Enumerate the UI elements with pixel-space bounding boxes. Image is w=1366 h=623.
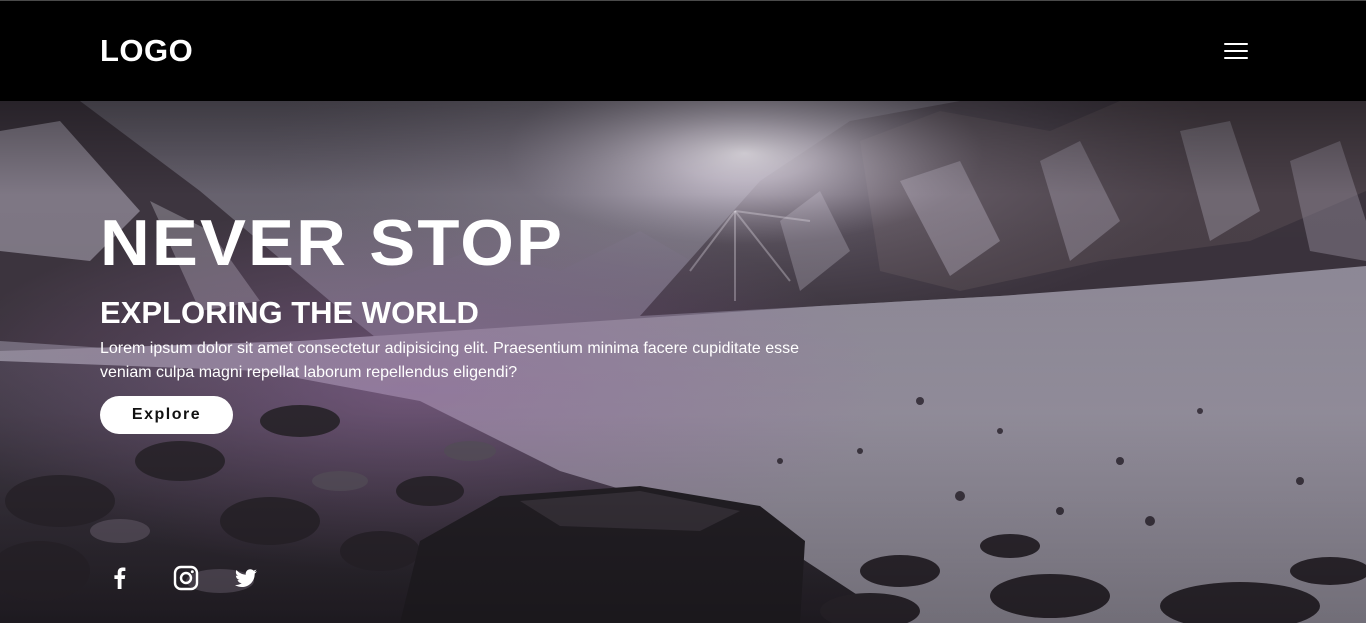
facebook-icon[interactable]: [106, 564, 134, 592]
explore-button[interactable]: Explore: [100, 396, 233, 434]
hamburger-menu-icon[interactable]: [1220, 38, 1252, 66]
twitter-icon[interactable]: [232, 564, 260, 592]
logo[interactable]: LOGO: [100, 33, 193, 69]
landing-page: LOGO NEVER STOP EXPLORING THE WORLD Lore…: [0, 0, 1366, 623]
hero-description: Lorem ipsum dolor sit amet consectetur a…: [100, 340, 799, 381]
instagram-icon[interactable]: [172, 564, 200, 592]
hero-title: NEVER STOP: [100, 206, 565, 279]
hero-subtitle: EXPLORING THE WORLD: [100, 295, 479, 330]
site-header: LOGO: [0, 0, 1366, 101]
